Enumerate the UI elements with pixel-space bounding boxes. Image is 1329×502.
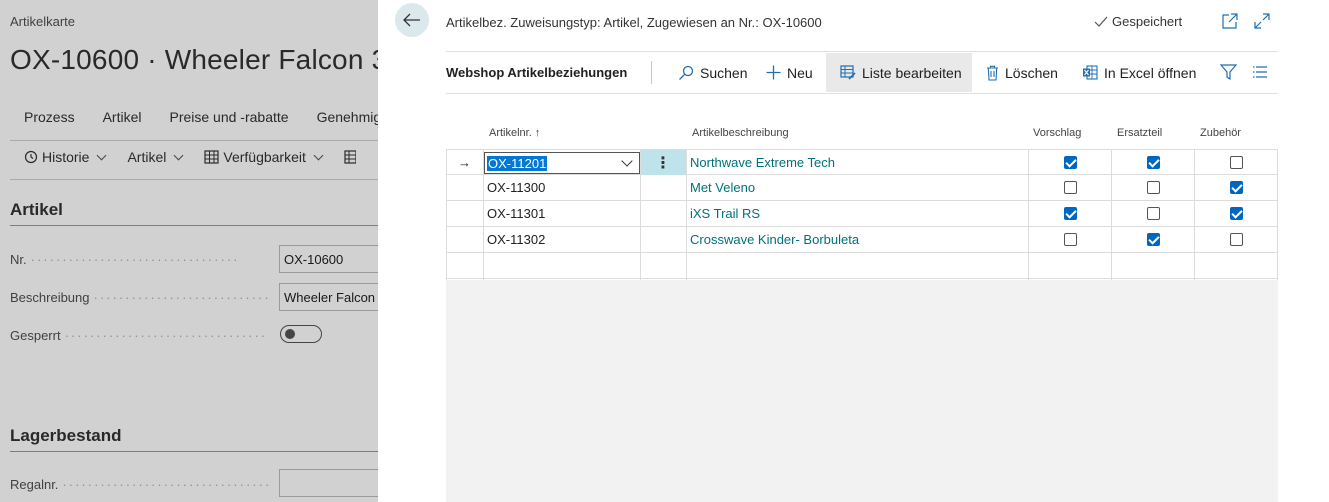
action-toolbar: Webshop Artikelbeziehungen Suchen Neu Li… [446, 53, 1278, 92]
table-row[interactable]: → OX-11201 ⋮ Northwave Extreme Tech [446, 149, 1278, 175]
ersatzteil-checkbox[interactable] [1147, 207, 1160, 220]
table-row-empty[interactable] [446, 253, 1278, 279]
grid-line [640, 149, 641, 280]
grid-line [446, 149, 447, 280]
plus-icon [766, 65, 781, 80]
toolbar-separator [651, 61, 652, 84]
saved-label: Gespeichert [1112, 14, 1183, 29]
excel-label: In Excel öffnen [1104, 64, 1197, 81]
vorschlag-checkbox[interactable] [1064, 156, 1077, 169]
ersatzteil-checkbox[interactable] [1147, 233, 1160, 246]
chevron-down-icon[interactable] [621, 155, 633, 167]
expand-icon[interactable] [1253, 12, 1271, 30]
relations-panel: Artikelbez. Zuweisungstyp: Artikel, Zuge… [378, 0, 1329, 502]
zubehoer-checkbox[interactable] [1230, 233, 1243, 246]
divider [446, 93, 1278, 94]
description-cell[interactable]: iXS Trail RS [687, 201, 1029, 226]
grid-line [1111, 149, 1112, 280]
edit-list-button[interactable]: Liste bearbeiten [826, 53, 972, 92]
vorschlag-checkbox[interactable] [1064, 181, 1077, 194]
description-cell[interactable]: Crosswave Kinder- Borbuleta [687, 227, 1029, 252]
vorschlag-checkbox[interactable] [1064, 207, 1077, 220]
row-indicator-arrow-icon: → [458, 155, 471, 170]
artikelnr-cell[interactable]: OX-11302 [484, 227, 640, 252]
column-header-beschreibung[interactable]: Artikelbeschreibung [692, 127, 789, 139]
zubehoer-checkbox[interactable] [1230, 181, 1243, 194]
page-title: Webshop Artikelbeziehungen [446, 65, 628, 80]
ersatzteil-checkbox[interactable] [1147, 181, 1160, 194]
arrow-left-icon [403, 13, 420, 27]
zubehoer-checkbox[interactable] [1230, 207, 1243, 220]
filter-icon[interactable] [1220, 64, 1237, 80]
trash-icon [987, 65, 998, 81]
column-header-zubehoer[interactable]: Zubehör [1200, 127, 1241, 139]
open-in-excel-button[interactable]: In Excel öffnen [1076, 53, 1202, 92]
row-actions-kebab-icon[interactable]: ⋮ [640, 150, 686, 175]
grid-line [483, 149, 484, 280]
delete-button[interactable]: Löschen [980, 53, 1064, 92]
grid-line [1194, 149, 1195, 280]
grid-line [1028, 149, 1029, 280]
sort-ascending-icon: ↑ [534, 127, 541, 139]
ersatzteil-checkbox[interactable] [1147, 156, 1160, 169]
grid-line [686, 149, 687, 280]
artikelnr-cell[interactable]: OX-11301 [484, 201, 640, 226]
grid-line [1277, 149, 1278, 280]
column-header-vorschlag[interactable]: Vorschlag [1033, 127, 1081, 139]
relations-table: → OX-11201 ⋮ Northwave Extreme Tech OX-1… [446, 149, 1278, 279]
description-cell[interactable]: Northwave Extreme Tech [687, 150, 1029, 175]
zubehoer-checkbox[interactable] [1230, 156, 1243, 169]
table-row[interactable]: OX-11301 iXS Trail RS [446, 201, 1278, 227]
excel-icon [1083, 65, 1098, 80]
vorschlag-checkbox[interactable] [1064, 233, 1077, 246]
column-header-ersatzteil[interactable]: Ersatzteil [1117, 127, 1162, 139]
edit-list-icon [840, 65, 856, 80]
grid-empty-area [446, 280, 1278, 502]
table-row[interactable]: OX-11302 Crosswave Kinder- Borbuleta [446, 227, 1278, 253]
list-view-icon[interactable] [1252, 65, 1268, 79]
new-label: Neu [787, 64, 813, 81]
open-new-window-icon[interactable] [1221, 12, 1239, 30]
back-button[interactable] [395, 3, 429, 37]
delete-label: Löschen [1005, 64, 1058, 81]
column-header-artikelnr[interactable]: Artikelnr. ↑ [489, 127, 540, 139]
artikelnr-input[interactable]: OX-11201 [484, 152, 640, 174]
table-row[interactable]: OX-11300 Met Veleno [446, 175, 1278, 201]
edit-list-label: Liste bearbeiten [862, 64, 962, 81]
divider [446, 51, 1278, 52]
search-icon [679, 65, 694, 80]
new-button[interactable]: Neu [760, 53, 819, 92]
description-cell[interactable]: Met Veleno [687, 175, 1029, 200]
search-label: Suchen [700, 64, 748, 81]
search-button[interactable]: Suchen [672, 53, 753, 92]
check-icon [1094, 16, 1108, 27]
panel-title: Artikelbez. Zuweisungstyp: Artikel, Zuge… [446, 15, 822, 30]
artikelnr-cell[interactable]: OX-11300 [484, 175, 640, 200]
saved-status: Gespeichert [1094, 14, 1182, 29]
